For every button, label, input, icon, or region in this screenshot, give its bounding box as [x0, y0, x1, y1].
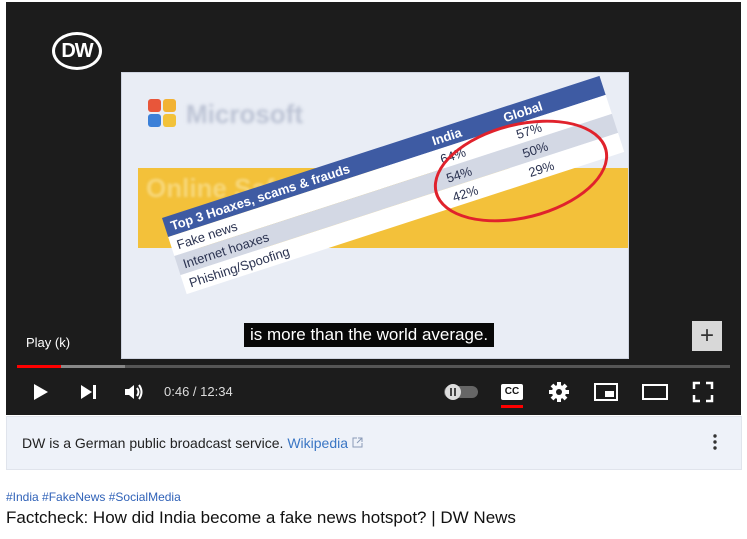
next-icon: [81, 385, 96, 399]
play-button[interactable]: [28, 380, 52, 404]
time-current: 0:46: [164, 384, 190, 399]
settings-button[interactable]: [547, 380, 571, 404]
info-panel: DW is a German public broadcast service.…: [6, 416, 742, 470]
time-display: 0:46 / 12:34: [164, 384, 233, 399]
video-title: Factcheck: How did India become a fake n…: [6, 508, 516, 527]
progress-fill: [17, 365, 62, 368]
caption-text: is more than the world average.: [244, 323, 495, 347]
autoplay-toggle-icon: [444, 384, 478, 400]
theater-icon: [642, 384, 668, 400]
slide-brand: Microsoft: [186, 99, 303, 129]
kebab-menu-icon: [713, 434, 717, 450]
info-text: DW is a German public broadcast service.…: [22, 435, 363, 451]
cc-icon: CC: [501, 384, 523, 400]
theater-mode-button[interactable]: [641, 380, 669, 404]
volume-button[interactable]: [122, 380, 146, 404]
play-tooltip: Play (k): [26, 335, 71, 350]
hashtags[interactable]: #India #FakeNews #SocialMedia: [6, 490, 181, 504]
microsoft-logo-icon: [148, 99, 178, 129]
fullscreen-icon: [692, 381, 714, 403]
fullscreen-button[interactable]: [690, 380, 716, 404]
external-link-icon: [352, 437, 363, 448]
add-button[interactable]: +: [692, 321, 722, 351]
progress-buffer: [61, 365, 126, 368]
time-separator: /: [189, 384, 201, 399]
control-bar: 0:46 / 12:34 CC: [6, 374, 741, 410]
captions-button[interactable]: CC: [499, 381, 525, 408]
dw-logo: DW: [52, 32, 102, 70]
play-icon: [34, 384, 48, 400]
miniplayer-icon: [594, 383, 618, 401]
volume-icon: [125, 384, 143, 400]
wikipedia-link[interactable]: Wikipedia: [287, 435, 363, 451]
video-player[interactable]: DW Microsoft Online Safety Top 3 Hoaxes,…: [6, 2, 741, 415]
cc-active-indicator: [501, 405, 523, 408]
miniplayer-button[interactable]: [593, 380, 619, 404]
info-description: DW is a German public broadcast service.: [22, 435, 284, 451]
video-frame-slide: Microsoft Online Safety Top 3 Hoaxes, sc…: [121, 72, 629, 359]
autoplay-toggle[interactable]: [443, 382, 479, 402]
wikipedia-link-label: Wikipedia: [287, 435, 349, 451]
gear-icon: [549, 382, 569, 402]
time-total: 12:34: [200, 384, 233, 399]
progress-bar[interactable]: [17, 365, 730, 368]
next-button[interactable]: [76, 380, 100, 404]
more-options-button[interactable]: [713, 434, 717, 450]
